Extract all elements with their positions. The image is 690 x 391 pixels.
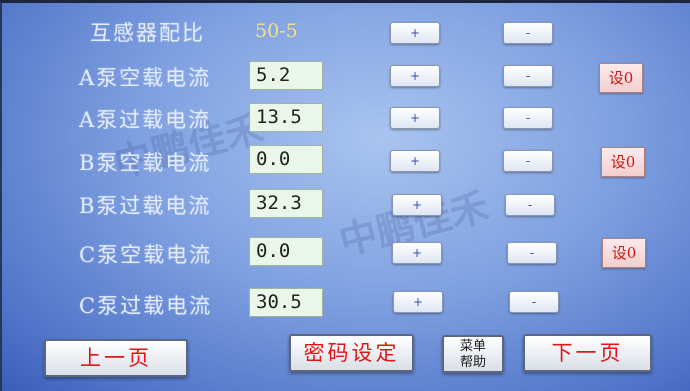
a-pump-noload-plus-button[interactable]: +: [390, 65, 440, 87]
next-page-button[interactable]: 下一页: [523, 334, 652, 372]
b-pump-overload-current-field[interactable]: 32.3: [249, 189, 323, 218]
menu-help-button[interactable]: 菜单 帮助: [442, 335, 504, 373]
b-pump-noload-current-field[interactable]: 0.0: [249, 145, 323, 174]
a-pump-set-zero-button[interactable]: 设0: [599, 63, 643, 93]
a-pump-overload-minus-button[interactable]: -: [503, 107, 553, 129]
b-pump-noload-plus-button[interactable]: +: [390, 150, 440, 172]
c-pump-set-zero-button[interactable]: 设0: [602, 238, 646, 268]
a-pump-noload-minus-button[interactable]: -: [503, 65, 553, 87]
c-pump-noload-current-label: C泵空载电流: [79, 243, 213, 267]
previous-page-button[interactable]: 上一页: [44, 339, 188, 377]
c-pump-noload-minus-button[interactable]: -: [507, 242, 557, 264]
b-pump-overload-current-label: B泵过载电流: [79, 194, 212, 218]
menu-help-line1: 菜单: [459, 339, 486, 354]
c-pump-overload-current-field[interactable]: 30.5: [249, 288, 323, 317]
b-pump-noload-current-label: B泵空载电流: [79, 151, 212, 175]
menu-help-line2: 帮助: [459, 355, 486, 370]
b-pump-overload-minus-button[interactable]: -: [505, 194, 555, 216]
b-pump-overload-plus-button[interactable]: +: [392, 194, 442, 216]
ct-ratio-value: 50-5: [255, 20, 298, 42]
hmi-screen: 中鹏佳禾 中鹏佳禾 互感器配比 50-5 + - A泵空载电流 5.2 + - …: [0, 0, 690, 391]
a-pump-overload-current-field[interactable]: 13.5: [249, 103, 323, 132]
c-pump-overload-minus-button[interactable]: -: [509, 291, 559, 313]
b-pump-set-zero-button[interactable]: 设0: [601, 147, 645, 177]
ct-ratio-plus-button[interactable]: +: [390, 22, 440, 44]
c-pump-overload-plus-button[interactable]: +: [393, 291, 443, 313]
c-pump-noload-plus-button[interactable]: +: [392, 242, 442, 264]
password-settings-button[interactable]: 密码设定: [289, 334, 414, 372]
c-pump-overload-current-label: C泵过载电流: [79, 294, 213, 318]
c-pump-noload-current-field[interactable]: 0.0: [249, 237, 323, 266]
a-pump-noload-current-label: A泵空载电流: [79, 66, 212, 90]
a-pump-overload-plus-button[interactable]: +: [390, 107, 440, 129]
b-pump-noload-minus-button[interactable]: -: [503, 150, 553, 172]
ct-ratio-label: 互感器配比: [90, 21, 205, 45]
ct-ratio-minus-button[interactable]: -: [503, 22, 553, 44]
a-pump-overload-current-label: A泵过载电流: [79, 108, 212, 132]
a-pump-noload-current-field[interactable]: 5.2: [249, 61, 323, 90]
